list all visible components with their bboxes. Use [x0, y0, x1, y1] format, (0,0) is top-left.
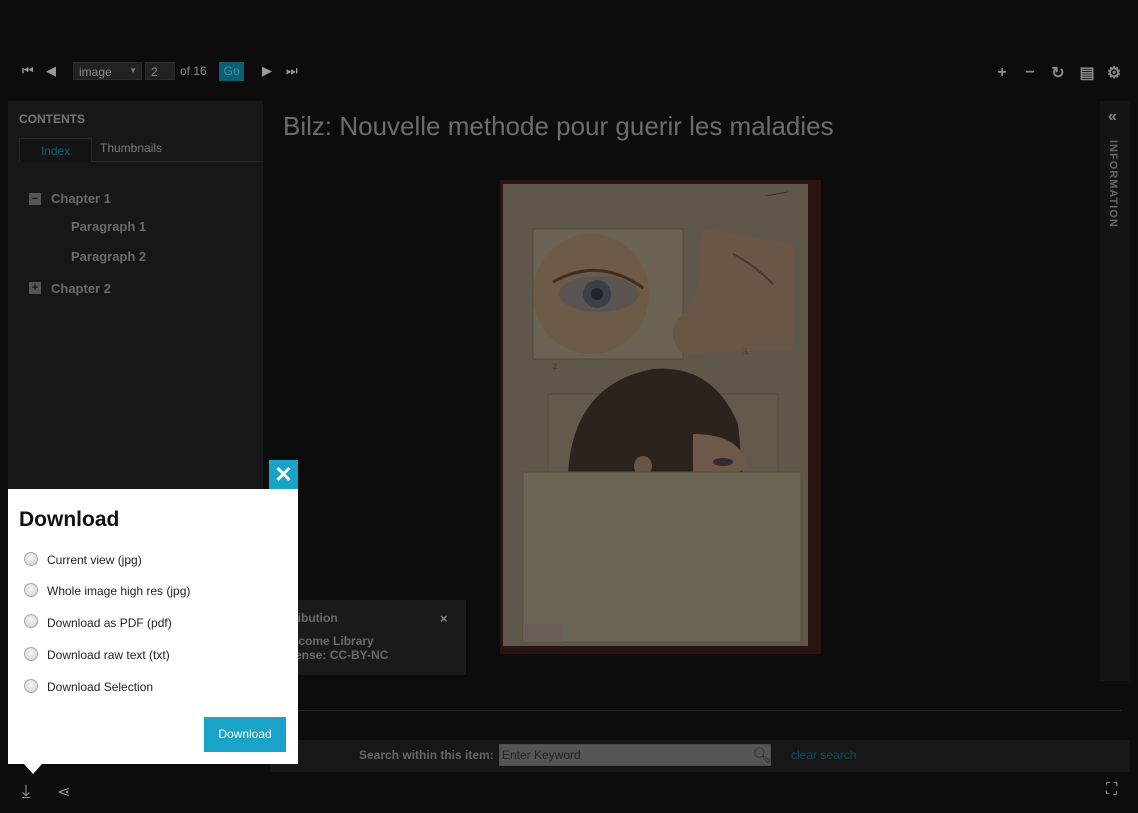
- radio-selection[interactable]: [24, 679, 38, 693]
- radio-current-view[interactable]: [24, 552, 38, 566]
- svg-text:2.: 2.: [553, 362, 559, 371]
- contents-title: CONTENTS: [19, 112, 85, 126]
- option-raw-text[interactable]: Download raw text (txt): [47, 648, 170, 662]
- viewer-image[interactable]: 3. 2.: [503, 184, 808, 646]
- clear-search-link[interactable]: clear search: [791, 748, 856, 762]
- tree-item-paragraph-2[interactable]: Paragraph 2: [71, 249, 146, 264]
- zoom-in-icon[interactable]: +: [993, 64, 1011, 82]
- settings-gear-icon[interactable]: ⚙: [1105, 63, 1123, 83]
- rotate-icon[interactable]: ↻: [1049, 63, 1067, 83]
- tree-item-chapter-1[interactable]: Chapter 1: [51, 191, 111, 206]
- attribution-close-icon[interactable]: ×: [440, 611, 448, 626]
- option-selection[interactable]: Download Selection: [47, 680, 153, 694]
- illustration-face-plates: 3. 2.: [503, 184, 808, 646]
- divider: [270, 710, 1121, 711]
- search-label: Search within this item:: [359, 748, 494, 762]
- download-button[interactable]: Download: [204, 717, 286, 752]
- image-mode-select[interactable]: image ▼: [73, 62, 142, 80]
- tab-index[interactable]: Index: [19, 138, 92, 162]
- download-title: Download: [19, 508, 120, 531]
- search-input[interactable]: Enter Keyword: [499, 744, 771, 766]
- share-icon[interactable]: ⋖: [57, 782, 70, 802]
- radio-whole-image[interactable]: [24, 583, 38, 597]
- option-current-view[interactable]: Current view (jpg): [47, 553, 142, 567]
- tab-divider: [92, 161, 263, 162]
- page-title: Bilz: Nouvelle methode pour guerir les m…: [283, 111, 834, 141]
- search-icon[interactable]: 🔍︎: [752, 746, 771, 764]
- expand-info-icon[interactable]: «: [1108, 108, 1117, 126]
- attribution-panel: ttribution × ellcome Library icense: CC-…: [270, 600, 466, 675]
- next-page-icon[interactable]: ▶: [262, 64, 272, 78]
- radio-pdf[interactable]: [24, 614, 38, 628]
- close-dialog-button[interactable]: ✕: [269, 460, 298, 489]
- zoom-out-icon[interactable]: −: [1021, 64, 1039, 82]
- last-page-icon[interactable]: ⏭: [286, 64, 298, 78]
- go-button[interactable]: Go: [219, 62, 244, 81]
- chevron-down-icon: ▼: [129, 66, 137, 75]
- tree-item-paragraph-1[interactable]: Paragraph 1: [71, 219, 146, 234]
- page-count: of 16: [180, 64, 207, 78]
- option-whole-image[interactable]: Whole image high res (jpg): [47, 584, 190, 598]
- dialog-pointer: [24, 764, 42, 774]
- collapse-icon[interactable]: −: [29, 193, 41, 205]
- page-input[interactable]: 2: [145, 62, 175, 80]
- radio-raw-text[interactable]: [24, 647, 38, 661]
- attribution-line-2: icense: CC-BY-NC: [285, 648, 389, 662]
- svg-text:3.: 3.: [743, 347, 749, 356]
- image-mode-value: image: [79, 65, 112, 79]
- previous-page-icon[interactable]: ◀: [46, 64, 56, 78]
- tab-thumbnails[interactable]: Thumbnails: [100, 141, 162, 155]
- attribution-line-1: ellcome Library: [285, 634, 374, 648]
- fullscreen-icon[interactable]: ⛶: [1106, 781, 1117, 799]
- expand-icon[interactable]: +: [29, 282, 41, 294]
- first-page-icon[interactable]: ⏮: [22, 64, 34, 78]
- tree-item-chapter-2[interactable]: Chapter 2: [51, 281, 111, 296]
- page-view-icon[interactable]: ▤: [1078, 63, 1096, 83]
- download-icon[interactable]: ⤓: [22, 781, 30, 802]
- option-pdf[interactable]: Download as PDF (pdf): [47, 616, 172, 630]
- information-label[interactable]: INFORMATION: [1107, 140, 1119, 228]
